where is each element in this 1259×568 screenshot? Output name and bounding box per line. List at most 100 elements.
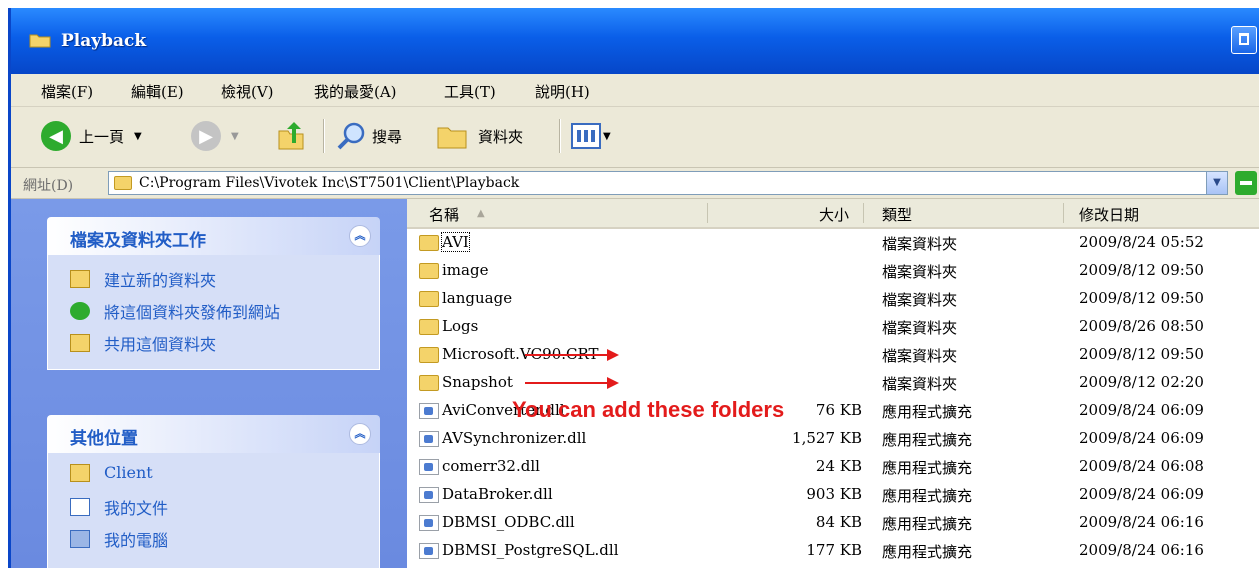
search-button[interactable]: 搜尋 bbox=[336, 117, 402, 155]
address-bar: 網址(D) C:\Program Files\Vivotek Inc\ST750… bbox=[11, 168, 1259, 199]
file-tasks-header[interactable]: 檔案及資料夾工作 ︽ bbox=[47, 217, 380, 255]
file-modified: 2009/8/24 06:09 bbox=[1079, 401, 1204, 419]
documents-icon bbox=[70, 498, 90, 516]
search-icon bbox=[337, 122, 365, 150]
task-new-folder[interactable]: 建立新的資料夾 bbox=[70, 267, 216, 291]
column-divider[interactable] bbox=[1063, 203, 1064, 223]
task-label: 共用這個資料夾 bbox=[104, 335, 217, 354]
folders-button[interactable]: 資料夾 bbox=[436, 117, 523, 155]
place-client[interactable]: Client bbox=[70, 463, 153, 482]
table-row[interactable]: image 檔案資料夾 2009/8/12 09:50 bbox=[407, 257, 1259, 285]
file-size: 903 KB bbox=[806, 485, 862, 503]
annotation-arrow bbox=[525, 349, 619, 361]
menu-view[interactable]: 檢視(V) bbox=[221, 81, 274, 102]
file-type: 應用程式擴充 bbox=[882, 431, 973, 449]
column-divider[interactable] bbox=[707, 203, 708, 223]
back-dropdown-icon[interactable]: ▼ bbox=[134, 131, 142, 142]
file-size: 1,527 KB bbox=[792, 429, 862, 447]
globe-icon bbox=[70, 302, 90, 320]
folder-icon bbox=[29, 34, 51, 48]
back-label: 上一頁 bbox=[79, 127, 125, 146]
task-publish-web[interactable]: 將這個資料夾發佈到網站 bbox=[70, 299, 280, 323]
table-row[interactable]: DBMSI_PostgreSQL.dll 177 KB 應用程式擴充 2009/8/2… bbox=[407, 537, 1259, 565]
column-divider[interactable] bbox=[863, 203, 864, 223]
folder-icon bbox=[70, 463, 90, 482]
place-my-documents[interactable]: 我的文件 bbox=[70, 495, 168, 519]
other-places-header[interactable]: 其他位置 ︽ bbox=[47, 415, 380, 453]
file-modified: 2009/8/24 06:16 bbox=[1079, 541, 1204, 559]
table-row[interactable]: Logs 檔案資料夾 2009/8/26 08:50 bbox=[407, 313, 1259, 341]
file-name: DataBroker.dll bbox=[442, 485, 553, 503]
file-tasks-panel: 檔案及資料夾工作 ︽ 建立新的資料夾 將這個資料夾發佈到網站 共用這個資料夾 bbox=[47, 217, 380, 370]
sort-ascending-icon: ▲ bbox=[477, 208, 485, 219]
menu-favorites[interactable]: 我的最愛(A) bbox=[314, 81, 397, 102]
views-dropdown-icon[interactable]: ▼ bbox=[603, 131, 611, 142]
place-my-computer[interactable]: 我的電腦 bbox=[70, 527, 168, 551]
column-header-row: 名稱 ▲ 大小 類型 修改日期 bbox=[407, 199, 1259, 229]
new-folder-icon bbox=[70, 270, 90, 288]
table-row[interactable]: AVSynchronizer.dll 1,527 KB 應用程式擴充 2009/8/2… bbox=[407, 425, 1259, 453]
menu-bar: 檔案(F) 編輯(E) 檢視(V) 我的最愛(A) 工具(T) 說明(H) bbox=[11, 74, 1259, 107]
file-modified: 2009/8/24 06:08 bbox=[1079, 457, 1204, 475]
file-name: DBMSI_ODBC.dll bbox=[442, 513, 575, 531]
window-title: Playback bbox=[61, 31, 147, 51]
file-modified: 2009/8/24 06:16 bbox=[1079, 513, 1204, 531]
top-strip bbox=[0, 0, 1259, 8]
place-label: 我的電腦 bbox=[104, 531, 169, 550]
file-name: DBMSI_PostgreSQL.dll bbox=[442, 541, 619, 559]
menu-tools[interactable]: 工具(T) bbox=[444, 81, 496, 102]
file-name: AVI bbox=[441, 232, 470, 252]
task-share-folder[interactable]: 共用這個資料夾 bbox=[70, 331, 216, 355]
folder-icon bbox=[419, 235, 439, 251]
file-type: 應用程式擴充 bbox=[882, 543, 973, 561]
file-modified: 2009/8/12 09:50 bbox=[1079, 261, 1204, 279]
collapse-icon[interactable]: ︽ bbox=[349, 423, 371, 445]
file-modified: 2009/8/24 05:52 bbox=[1079, 233, 1204, 251]
dll-file-icon bbox=[419, 431, 439, 447]
dll-file-icon bbox=[419, 403, 439, 419]
up-folder-button[interactable] bbox=[276, 117, 306, 155]
restore-icon bbox=[1239, 33, 1249, 45]
column-type[interactable]: 類型 bbox=[882, 204, 912, 225]
file-modified: 2009/8/12 02:20 bbox=[1079, 373, 1204, 391]
column-modified[interactable]: 修改日期 bbox=[1079, 204, 1139, 225]
up-folder-icon bbox=[278, 122, 304, 150]
table-row[interactable]: language 檔案資料夾 2009/8/12 09:50 bbox=[407, 285, 1259, 313]
table-row[interactable]: DataBroker.dll 903 KB 應用程式擴充 2009/8/24 06:0… bbox=[407, 481, 1259, 509]
menu-edit[interactable]: 編輯(E) bbox=[131, 81, 184, 102]
file-list: 名稱 ▲ 大小 類型 修改日期 AVI 檔案資料夾 2009/8/24 05:52 i… bbox=[407, 199, 1259, 568]
folder-icon bbox=[419, 347, 439, 363]
table-row[interactable]: DBMSI_ODBC.dll 84 KB 應用程式擴充 2009/8/24 06:16 bbox=[407, 509, 1259, 537]
forward-dropdown-icon[interactable]: ▼ bbox=[231, 131, 239, 142]
column-size[interactable]: 大小 bbox=[819, 204, 849, 225]
go-button[interactable] bbox=[1235, 171, 1257, 195]
table-row[interactable]: comerr32.dll 24 KB 應用程式擴充 2009/8/24 06:08 bbox=[407, 453, 1259, 481]
dll-file-icon bbox=[419, 515, 439, 531]
restore-button[interactable] bbox=[1231, 26, 1257, 54]
collapse-icon[interactable]: ︽ bbox=[349, 225, 371, 247]
file-type: 應用程式擴充 bbox=[882, 515, 973, 533]
views-button[interactable]: ▼ bbox=[571, 117, 611, 155]
address-input[interactable]: C:\Program Files\Vivotek Inc\ST7501\Clie… bbox=[108, 171, 1228, 195]
table-row[interactable]: AVI 檔案資料夾 2009/8/24 05:52 bbox=[407, 229, 1259, 257]
file-name: comerr32.dll bbox=[442, 457, 540, 475]
back-button[interactable]: ◀ 上一頁 ▼ bbox=[41, 117, 142, 155]
annotation-arrow bbox=[525, 377, 619, 389]
column-name[interactable]: 名稱 bbox=[429, 204, 459, 225]
title-bar[interactable]: Playback bbox=[11, 8, 1259, 74]
toolbar-separator bbox=[559, 119, 561, 153]
address-dropdown-icon[interactable]: ▼ bbox=[1206, 172, 1227, 194]
search-label: 搜尋 bbox=[372, 127, 403, 146]
file-type: 檔案資料夾 bbox=[882, 319, 958, 337]
folder-icon bbox=[419, 319, 439, 335]
task-pane: 檔案及資料夾工作 ︽ 建立新的資料夾 將這個資料夾發佈到網站 共用這個資料夾 其… bbox=[11, 199, 407, 568]
views-icon bbox=[571, 123, 601, 149]
forward-button[interactable]: ▶ ▼ bbox=[191, 117, 239, 155]
menu-file[interactable]: 檔案(F) bbox=[41, 81, 93, 102]
file-size: 76 KB bbox=[815, 401, 862, 419]
menu-help[interactable]: 說明(H) bbox=[535, 81, 590, 102]
file-type: 應用程式擴充 bbox=[882, 459, 973, 477]
computer-icon bbox=[70, 530, 90, 548]
file-size: 84 KB bbox=[815, 513, 862, 531]
back-arrow-icon: ◀ bbox=[41, 121, 71, 151]
